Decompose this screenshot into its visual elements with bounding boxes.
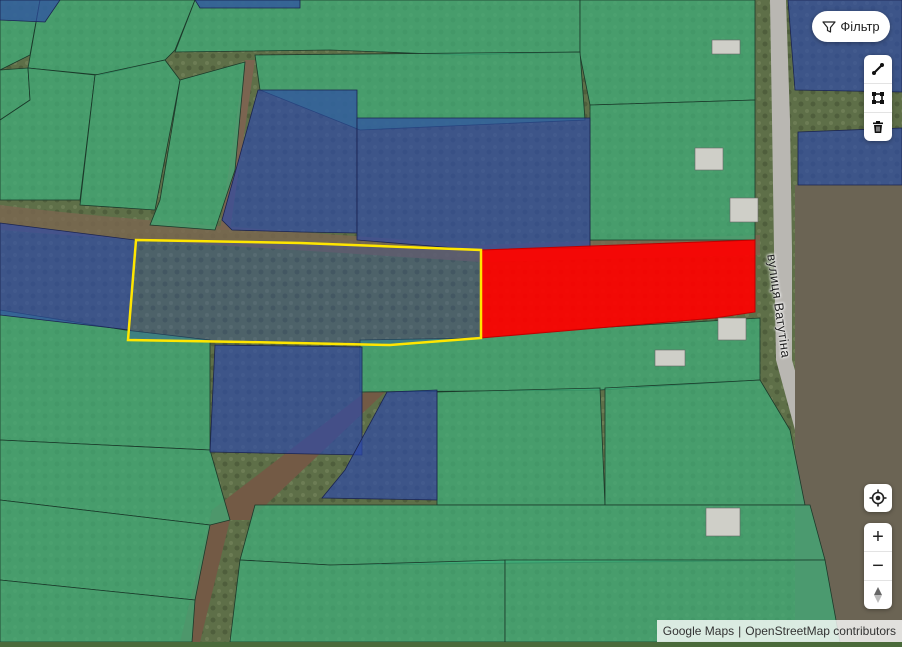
compass-button[interactable]	[864, 581, 892, 609]
map-surface[interactable]	[0, 0, 902, 643]
compass-icon	[872, 586, 884, 604]
map-canvas[interactable]: вулиця Ватутіна	[0, 0, 902, 643]
map-attribution: Google Maps | OpenStreetMap contributors	[656, 620, 902, 642]
draw-polygon-button[interactable]	[864, 84, 892, 113]
attribution-separator: |	[738, 624, 742, 638]
highlighted-parcel[interactable]	[126, 238, 483, 347]
funnel-icon	[822, 20, 836, 34]
draw-line-button[interactable]	[864, 55, 892, 84]
google-maps-link[interactable]: Google Maps	[663, 624, 734, 638]
zoom-in-button[interactable]: +	[864, 523, 892, 552]
zoom-control: + −	[864, 523, 892, 609]
filter-button[interactable]: Фільтр	[812, 11, 890, 42]
filter-label: Фільтр	[840, 19, 880, 34]
draw-toolbar	[864, 55, 892, 141]
zoom-in-label: +	[872, 526, 884, 548]
locate-button[interactable]	[864, 484, 892, 512]
zoom-out-label: −	[872, 555, 884, 577]
draw-line-icon	[871, 62, 885, 76]
zoom-out-button[interactable]: −	[864, 552, 892, 581]
locate-icon	[869, 489, 887, 507]
draw-polygon-icon	[871, 91, 885, 105]
osm-link[interactable]: OpenStreetMap contributors	[745, 624, 896, 638]
locate-control	[864, 484, 892, 512]
trash-icon	[871, 120, 885, 134]
delete-button[interactable]	[864, 113, 892, 141]
